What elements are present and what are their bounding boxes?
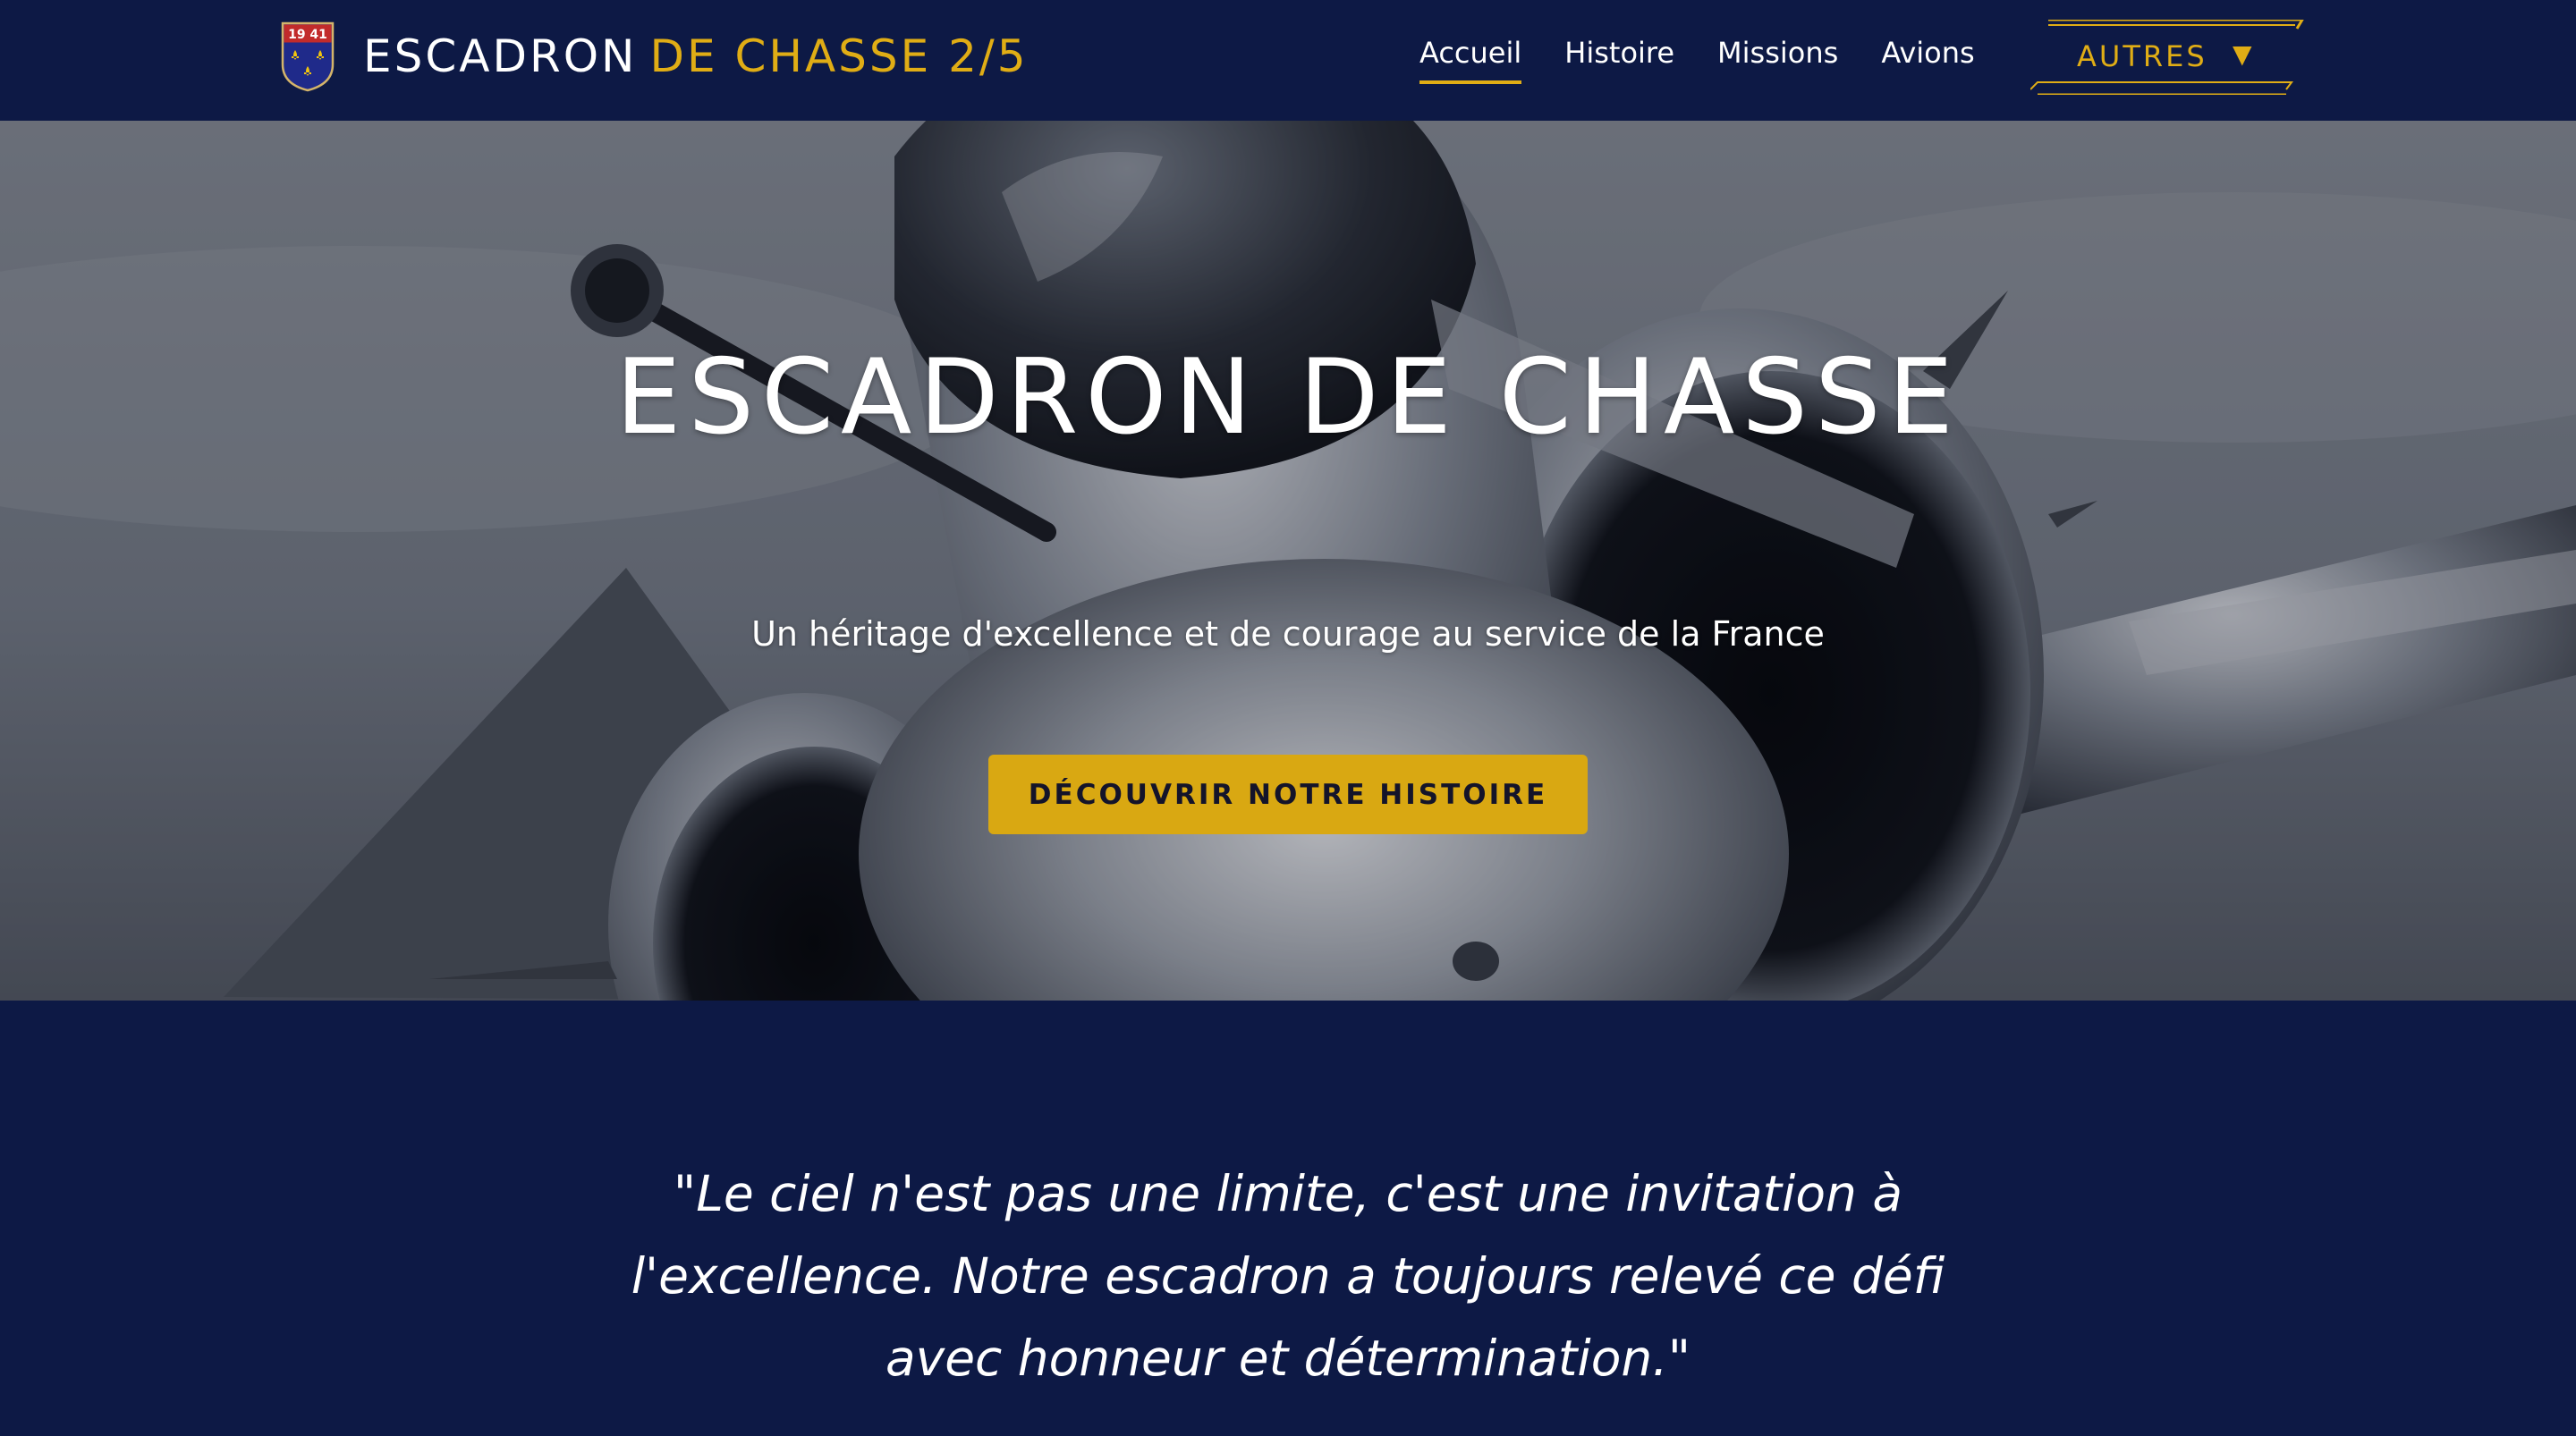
hero-overlay xyxy=(0,121,2576,1001)
quote-line: l'excellence. Notre escadron a toujours … xyxy=(631,1247,1945,1305)
squadron-crest-icon: 19 41 xyxy=(281,21,335,92)
autres-dropdown-button[interactable]: AUTRES ▼ xyxy=(2030,20,2306,95)
caret-down-icon: ▼ xyxy=(2233,39,2252,69)
brand-name-secondary: DE CHASSE 2/5 xyxy=(649,30,1029,82)
nav-link-missions[interactable]: Missions xyxy=(1717,36,1838,75)
hero-title: ESCADRON DE CHASSE xyxy=(615,337,1961,458)
svg-text:19 41: 19 41 xyxy=(288,28,327,42)
brand-name-primary: ESCADRON xyxy=(363,30,638,82)
autres-label: AUTRES xyxy=(2077,39,2207,73)
site-header: 19 41 ESCADRON DE CHASSE 2/5 Accueil Hist… xyxy=(0,0,2576,121)
hero-section: ESCADRON DE CHASSE Un héritage d'excelle… xyxy=(0,121,2576,1001)
quote-line: "Le ciel n'est pas une limite, c'est une… xyxy=(673,1165,1903,1222)
discover-history-button[interactable]: DÉCOUVRIR NOTRE HISTOIRE xyxy=(988,755,1588,834)
main-nav: Accueil Histoire Missions Avions xyxy=(1419,36,2018,84)
nav-link-accueil[interactable]: Accueil xyxy=(1419,36,1522,84)
brand-name: ESCADRON DE CHASSE 2/5 xyxy=(363,34,1029,79)
quote-section: "Le ciel n'est pas une limite, c'est une… xyxy=(0,1001,2576,1436)
nav-link-avions[interactable]: Avions xyxy=(1881,36,1974,75)
hero-subtitle: Un héritage d'excellence et de courage a… xyxy=(751,614,1825,654)
brand-home-link[interactable]: 19 41 ESCADRON DE CHASSE 2/5 xyxy=(279,18,1029,95)
nav-link-histoire[interactable]: Histoire xyxy=(1564,36,1674,75)
squadron-quote: "Le ciel n'est pas une limite, c'est une… xyxy=(572,1153,2004,1399)
quote-line: avec honneur et détermination." xyxy=(885,1330,1691,1387)
